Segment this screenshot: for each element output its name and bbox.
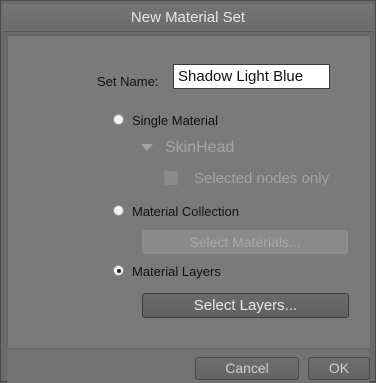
selected-nodes-only-checkbox[interactable] xyxy=(164,171,178,185)
selected-nodes-only-label: Selected nodes only xyxy=(194,170,330,187)
single-material-label: Single Material xyxy=(132,113,218,128)
select-materials-button[interactable]: Select Materials... xyxy=(142,230,348,254)
node-dropdown-value: SkinHead xyxy=(165,139,235,156)
material-layers-label: Material Layers xyxy=(132,264,221,279)
ok-button[interactable]: OK xyxy=(308,357,370,380)
dialog-title: New Material Set xyxy=(3,4,373,32)
material-collection-label: Material Collection xyxy=(132,204,239,219)
new-material-set-dialog: New Material Set Set Name: Single Materi… xyxy=(0,0,376,383)
material-collection-radio[interactable] xyxy=(113,205,124,216)
material-layers-radio[interactable] xyxy=(113,265,124,276)
cancel-button[interactable]: Cancel xyxy=(195,357,299,380)
set-name-input[interactable] xyxy=(173,64,330,89)
chevron-down-icon xyxy=(141,144,153,151)
set-name-label: Set Name: xyxy=(97,74,159,89)
single-material-radio[interactable] xyxy=(113,114,124,125)
select-layers-button[interactable]: Select Layers... xyxy=(142,293,349,318)
